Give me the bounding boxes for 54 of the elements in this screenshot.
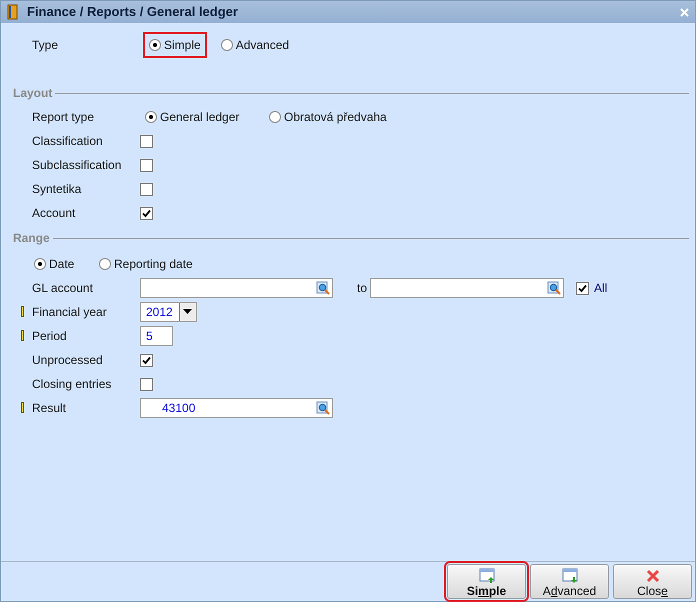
footer-button[interactable]: Close bbox=[613, 564, 692, 599]
checkbox[interactable] bbox=[576, 282, 590, 294]
required-marker-icon bbox=[21, 306, 24, 317]
input-field[interactable] bbox=[140, 278, 333, 298]
field-label: Closing entries bbox=[32, 376, 112, 393]
field-label: Syntetika bbox=[32, 181, 82, 198]
radio-button[interactable] bbox=[149, 39, 161, 51]
field-label: Period bbox=[32, 328, 68, 345]
field-label: Financial year bbox=[32, 304, 108, 321]
field-value: 2012 bbox=[145, 304, 174, 321]
footer-button[interactable]: Simple bbox=[447, 564, 526, 599]
field-label: Type bbox=[32, 37, 60, 54]
field-label: Report type bbox=[32, 109, 96, 126]
required-marker-icon bbox=[21, 402, 24, 413]
field-value: 43100 bbox=[161, 400, 196, 417]
checkbox[interactable] bbox=[140, 134, 153, 148]
radio-button[interactable] bbox=[145, 111, 157, 123]
checkbox[interactable] bbox=[140, 378, 153, 390]
field-label: Classification bbox=[32, 133, 104, 150]
radio-label: Date bbox=[49, 256, 74, 273]
window-title: Finance / Reports / General ledger bbox=[27, 3, 238, 22]
input-field[interactable] bbox=[370, 278, 564, 298]
field-label: Result bbox=[32, 400, 68, 417]
field-label: to bbox=[357, 280, 368, 297]
radio-button[interactable] bbox=[99, 258, 111, 270]
input-field[interactable]: 43100 bbox=[140, 398, 333, 418]
search-icon[interactable] bbox=[547, 281, 562, 295]
checkbox[interactable] bbox=[140, 206, 153, 220]
section-heading: Range bbox=[13, 230, 51, 247]
checkbox[interactable] bbox=[140, 158, 153, 172]
close-icon bbox=[644, 568, 660, 584]
checkbox[interactable] bbox=[140, 354, 153, 366]
input-field[interactable]: 5 bbox=[140, 326, 173, 346]
field-label: GL account bbox=[32, 280, 94, 297]
field-label: Unprocessed bbox=[32, 352, 104, 369]
section-heading: Layout bbox=[13, 85, 54, 102]
radio-label: Reporting date bbox=[114, 256, 193, 273]
search-icon[interactable] bbox=[316, 281, 330, 295]
search-icon[interactable] bbox=[316, 401, 330, 415]
field-label: Subclassification bbox=[32, 157, 122, 174]
radio-button[interactable] bbox=[269, 111, 281, 123]
radio-button[interactable] bbox=[220, 39, 233, 51]
radio-button[interactable] bbox=[34, 258, 46, 270]
checkbox-label: All bbox=[594, 280, 608, 297]
radio-label: General ledger bbox=[160, 109, 240, 126]
checkbox[interactable] bbox=[140, 182, 153, 196]
dropdown[interactable]: 2012 bbox=[140, 302, 197, 322]
book-icon bbox=[7, 4, 19, 20]
radio-label: Obratová předvaha bbox=[284, 109, 387, 126]
radio-label: Advanced bbox=[236, 37, 290, 54]
footer-button[interactable]: Advanced bbox=[530, 564, 609, 599]
field-label: Account bbox=[32, 205, 76, 222]
radio-label: Simple bbox=[164, 37, 201, 54]
required-marker-icon bbox=[21, 330, 24, 341]
